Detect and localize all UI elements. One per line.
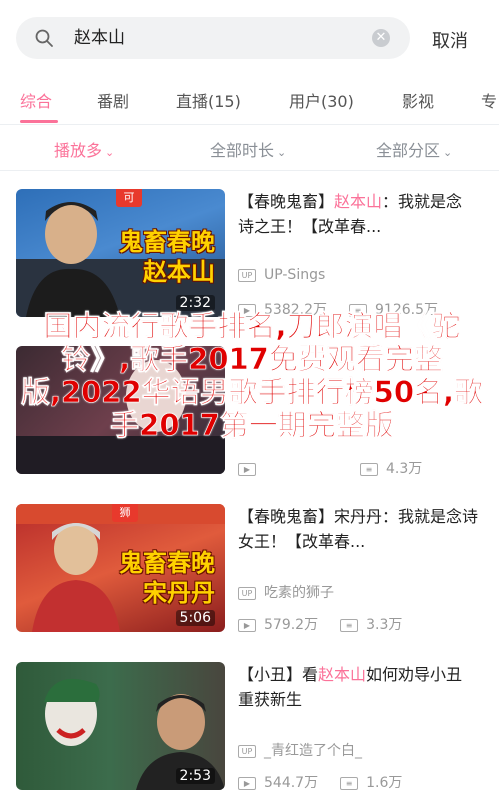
chevron-down-icon: ⌄ [443,146,453,159]
play-count: 544.7万 [264,775,319,791]
video-thumbnail[interactable]: 狮 鬼畜春晚 宋丹丹 5:06 [16,504,225,632]
filter-zone[interactable]: 全部分区 ⌄ [376,137,452,161]
comment-icon: ≡ [340,776,359,790]
thumbnail-caption-line: 鬼畜春晚 [119,228,215,256]
title-highlight: 赵本山 [334,192,383,211]
filter-duration-label: 全部时长 [210,141,275,160]
comment-count: 3.3万 [366,617,403,633]
search-box[interactable]: 赵本山 ✕ [16,17,410,59]
filter-sort[interactable]: 播放多 ⌄ [54,137,114,161]
search-bar: 赵本山 ✕ 取消 [0,0,499,78]
tab-all[interactable]: 综合 [20,88,52,112]
tab-users[interactable]: 用户(30) [289,88,354,112]
chevron-down-icon: ⌄ [277,146,287,159]
video-title[interactable]: 【小丑】看赵本山如何劝导小丑重获新生 [238,662,478,712]
video-card[interactable]: 2:53 【小丑】看赵本山如何劝导小丑重获新生 UP _青红造了个白_ ▶ 544.… [0,662,499,791]
comment-icon: ≡ [340,618,359,632]
video-title[interactable]: 【春晚鬼畜】宋丹丹：我就是念诗女王！【改革春... [238,504,478,554]
clear-icon[interactable]: ✕ [372,29,390,47]
video-thumbnail[interactable]: 可 鬼畜春晚 赵本山 2:32 [16,189,225,317]
video-stats: ▶ 579.2万 ≡ 3.3万 [238,614,402,634]
thumbnail-caption-line: 赵本山 [143,258,215,286]
uploader-badge: 可 [116,189,142,207]
filter-bar: 播放多 ⌄ 全部时长 ⌄ 全部分区 ⌄ [0,125,499,169]
up-icon: UP [238,586,256,600]
video-duration: 2:53 [175,768,215,784]
uploader-name: 吃素的狮子 [264,585,334,601]
title-prefix: 【小丑】看 [238,665,319,684]
video-title[interactable]: 【春晚鬼畜】赵本山：我就是念诗之王！【改革春... [238,189,478,239]
video-uploader[interactable]: UP _青红造了个白_ [238,740,362,760]
video-uploader[interactable]: UP UP-Sings [238,267,325,283]
cancel-button[interactable]: 取消 [432,27,468,53]
thumbnail-caption: 鬼畜春晚 宋丹丹 [119,548,215,608]
tab-bar: 综合 番剧 直播(15) 用户(30) 影视 专 [0,78,499,124]
title-highlight: 赵本山 [318,665,367,684]
title-prefix: 【春晚鬼畜】 [238,192,335,211]
uploader-name: UP-Sings [264,267,326,283]
thumbnail-caption-line: 宋丹丹 [143,579,215,607]
search-icon [35,29,53,47]
tab-live[interactable]: 直播(15) [176,88,241,112]
filter-zone-label: 全部分区 [376,141,441,160]
thumbnail-caption: 鬼畜春晚 赵本山 [119,227,215,287]
filter-duration[interactable]: 全部时长 ⌄ [210,137,286,161]
play-count-icon: ▶ [238,618,256,632]
video-thumbnail[interactable]: 2:53 [16,662,225,790]
up-icon: UP [238,268,256,282]
divider [0,170,499,171]
uploader-badge: 狮 [112,504,138,522]
video-stats: ▶ 544.7万 ≡ 1.6万 [238,772,402,791]
filter-sort-label: 播放多 [54,141,103,160]
tab-bangumi[interactable]: 番剧 [97,88,129,112]
up-icon: UP [238,744,256,758]
uploader-name: _青红造了个白_ [264,743,362,759]
play-count-icon: ▶ [238,776,256,790]
tab-column[interactable]: 专 [481,88,497,112]
video-stats: ▶ ≡ 4.3万 [238,458,422,478]
video-uploader[interactable]: UP 吃素的狮子 [238,582,334,602]
chevron-down-icon: ⌄ [105,146,115,159]
thumbnail-caption-line: 鬼畜春晚 [119,549,215,577]
comment-count: 1.6万 [366,775,403,791]
search-input[interactable]: 赵本山 [74,26,125,50]
play-count-icon: ▶ [238,462,256,476]
tab-indicator [20,120,58,123]
video-duration: 5:06 [175,610,215,626]
comment-icon: ≡ [360,462,378,476]
comment-count: 4.3万 [386,461,423,477]
tab-movies[interactable]: 影视 [402,88,434,112]
overlay-text: 国内流行歌手排名,刀郎演唱《驼铃》,歌手2017免费观看完整版,2022华语男歌… [20,309,484,442]
video-card[interactable]: 狮 鬼畜春晚 宋丹丹 5:06 【春晚鬼畜】宋丹丹：我就是念诗女王！【改革春..… [0,504,499,664]
play-count: 579.2万 [264,617,319,633]
